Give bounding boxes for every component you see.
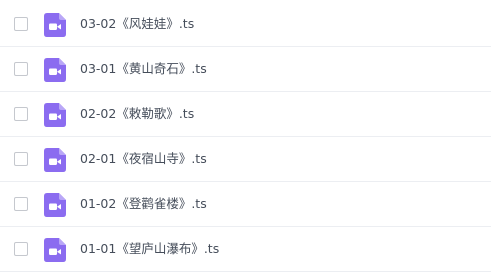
- video-file-icon: [44, 13, 66, 37]
- file-name[interactable]: 03-01《黄山奇石》.ts: [80, 60, 207, 78]
- file-name[interactable]: 02-01《夜宿山寺》.ts: [80, 150, 207, 168]
- file-row[interactable]: 01-01《望庐山瀑布》.ts: [0, 227, 491, 272]
- file-name[interactable]: 01-02《登鹳雀楼》.ts: [80, 195, 207, 213]
- file-name[interactable]: 02-02《敕勒歌》.ts: [80, 105, 194, 123]
- row-checkbox[interactable]: [14, 152, 28, 166]
- row-checkbox[interactable]: [14, 242, 28, 256]
- video-file-icon: [44, 238, 66, 262]
- file-row[interactable]: 03-01《黄山奇石》.ts: [0, 47, 491, 92]
- file-name[interactable]: 01-01《望庐山瀑布》.ts: [80, 240, 219, 258]
- file-name[interactable]: 03-02《风娃娃》.ts: [80, 15, 194, 33]
- row-checkbox[interactable]: [14, 107, 28, 121]
- file-row[interactable]: 01-02《登鹳雀楼》.ts: [0, 182, 491, 227]
- row-checkbox[interactable]: [14, 17, 28, 31]
- video-file-icon: [44, 103, 66, 127]
- row-checkbox[interactable]: [14, 197, 28, 211]
- file-row[interactable]: 03-02《风娃娃》.ts: [0, 2, 491, 47]
- video-file-icon: [44, 193, 66, 217]
- video-file-icon: [44, 58, 66, 82]
- file-row[interactable]: 02-02《敕勒歌》.ts: [0, 92, 491, 137]
- file-row[interactable]: 02-01《夜宿山寺》.ts: [0, 137, 491, 182]
- file-list: 03-02《风娃娃》.ts 03-01《黄山奇石》.ts 02-02《敕勒歌》.…: [0, 0, 491, 272]
- row-checkbox[interactable]: [14, 62, 28, 76]
- video-file-icon: [44, 148, 66, 172]
